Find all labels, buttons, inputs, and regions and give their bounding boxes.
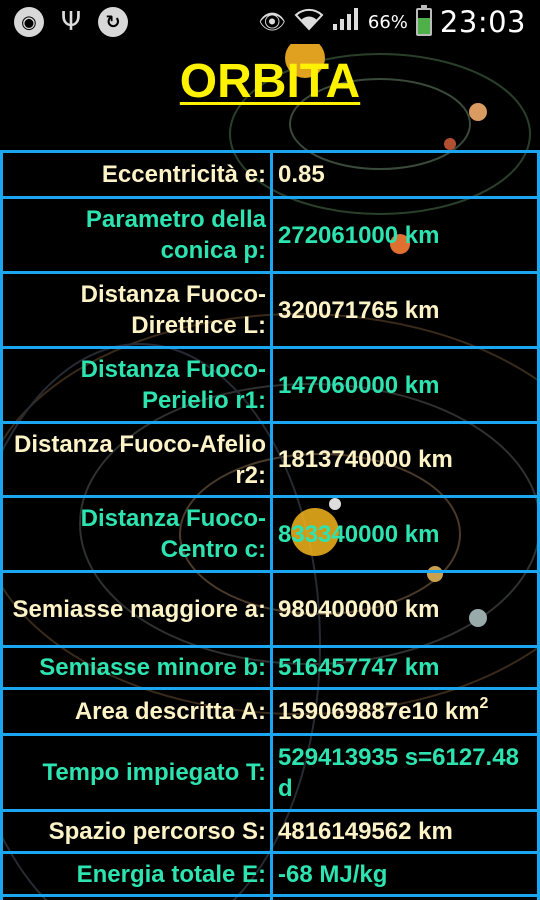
table-row: Energia totale E: -68 MJ/kg <box>0 851 540 897</box>
row-value: 159069887e10 km2 <box>270 687 540 736</box>
row-label: Energia totale E: <box>0 851 273 897</box>
row-label: Distanza Fuoco-Afelio r2: <box>0 421 273 498</box>
row-value: 980400000 km <box>270 570 540 648</box>
usb-icon: Ψ <box>60 7 82 37</box>
table-row: Distanza Fuoco-Perielio r1: 147060000 km <box>0 346 540 424</box>
orbit-table: Eccentricità e: 0.85 Parametro della con… <box>0 150 540 900</box>
row-value: 320071765 km <box>270 271 540 349</box>
row-value <box>270 894 540 900</box>
battery-fill <box>417 18 430 34</box>
table-row: Distanza Fuoco-Centro c: 833340000 km <box>0 495 540 573</box>
row-value: 272061000 km <box>270 196 540 274</box>
row-label: Parametro della conica p: <box>0 196 273 274</box>
row-value: 516457747 km <box>270 645 540 690</box>
row-value: 0.85 <box>270 150 540 199</box>
row-label: Area descritta A: <box>0 687 273 736</box>
row-value: 1813740000 km <box>270 421 540 498</box>
row-value: 4816149562 km <box>270 809 540 854</box>
row-value: -68 MJ/kg <box>270 851 540 897</box>
battery-icon <box>415 5 432 36</box>
table-row-partial <box>0 894 540 900</box>
row-label <box>0 894 273 900</box>
clock: 23:03 <box>439 5 526 39</box>
table-row: Distanza Fuoco-Afelio r2: 1813740000 km <box>0 421 540 498</box>
signal-icon <box>332 7 360 37</box>
table-row: Parametro della conica p: 272061000 km <box>0 196 540 274</box>
row-value: 147060000 km <box>270 346 540 424</box>
row-label: Semiasse minore b: <box>0 645 273 690</box>
table-row: Eccentricità e: 0.85 <box>0 150 540 199</box>
circle-app-icon: ◉ <box>14 7 44 37</box>
battery-percent: 66% <box>367 11 408 33</box>
row-label: Distanza Fuoco-Perielio r1: <box>0 346 273 424</box>
row-label: Semiasse maggiore a: <box>0 570 273 648</box>
row-value: 833340000 km <box>270 495 540 573</box>
row-label: Spazio percorso S: <box>0 809 273 854</box>
row-label: Eccentricità e: <box>0 150 273 199</box>
table-row: Semiasse minore b: 516457747 km <box>0 645 540 690</box>
status-bar: ◉ Ψ ↻ 👁 66% 23:03 <box>0 0 540 44</box>
eye-icon: 👁 <box>257 9 286 35</box>
area-value: 159069887e10 km <box>278 698 480 725</box>
row-label: Tempo impiegato T: <box>0 733 273 812</box>
table-row: Area descritta A: 159069887e10 km2 <box>0 687 540 736</box>
page-title: ORBITA <box>179 55 361 108</box>
row-value: 529413935 s=6127.48 d <box>270 733 540 812</box>
table-row: Tempo impiegato T: 529413935 s=6127.48 d <box>0 733 540 812</box>
table-row: Semiasse maggiore a: 980400000 km <box>0 570 540 648</box>
table-row: Spazio percorso S: 4816149562 km <box>0 809 540 854</box>
area-unit-exponent: 2 <box>479 695 489 712</box>
row-label: Distanza Fuoco-Centro c: <box>0 495 273 573</box>
wifi-icon <box>294 7 324 37</box>
table-row: Distanza Fuoco-Direttrice L: 320071765 k… <box>0 271 540 349</box>
row-label: Distanza Fuoco-Direttrice L: <box>0 271 273 349</box>
sync-icon: ↻ <box>98 7 128 37</box>
